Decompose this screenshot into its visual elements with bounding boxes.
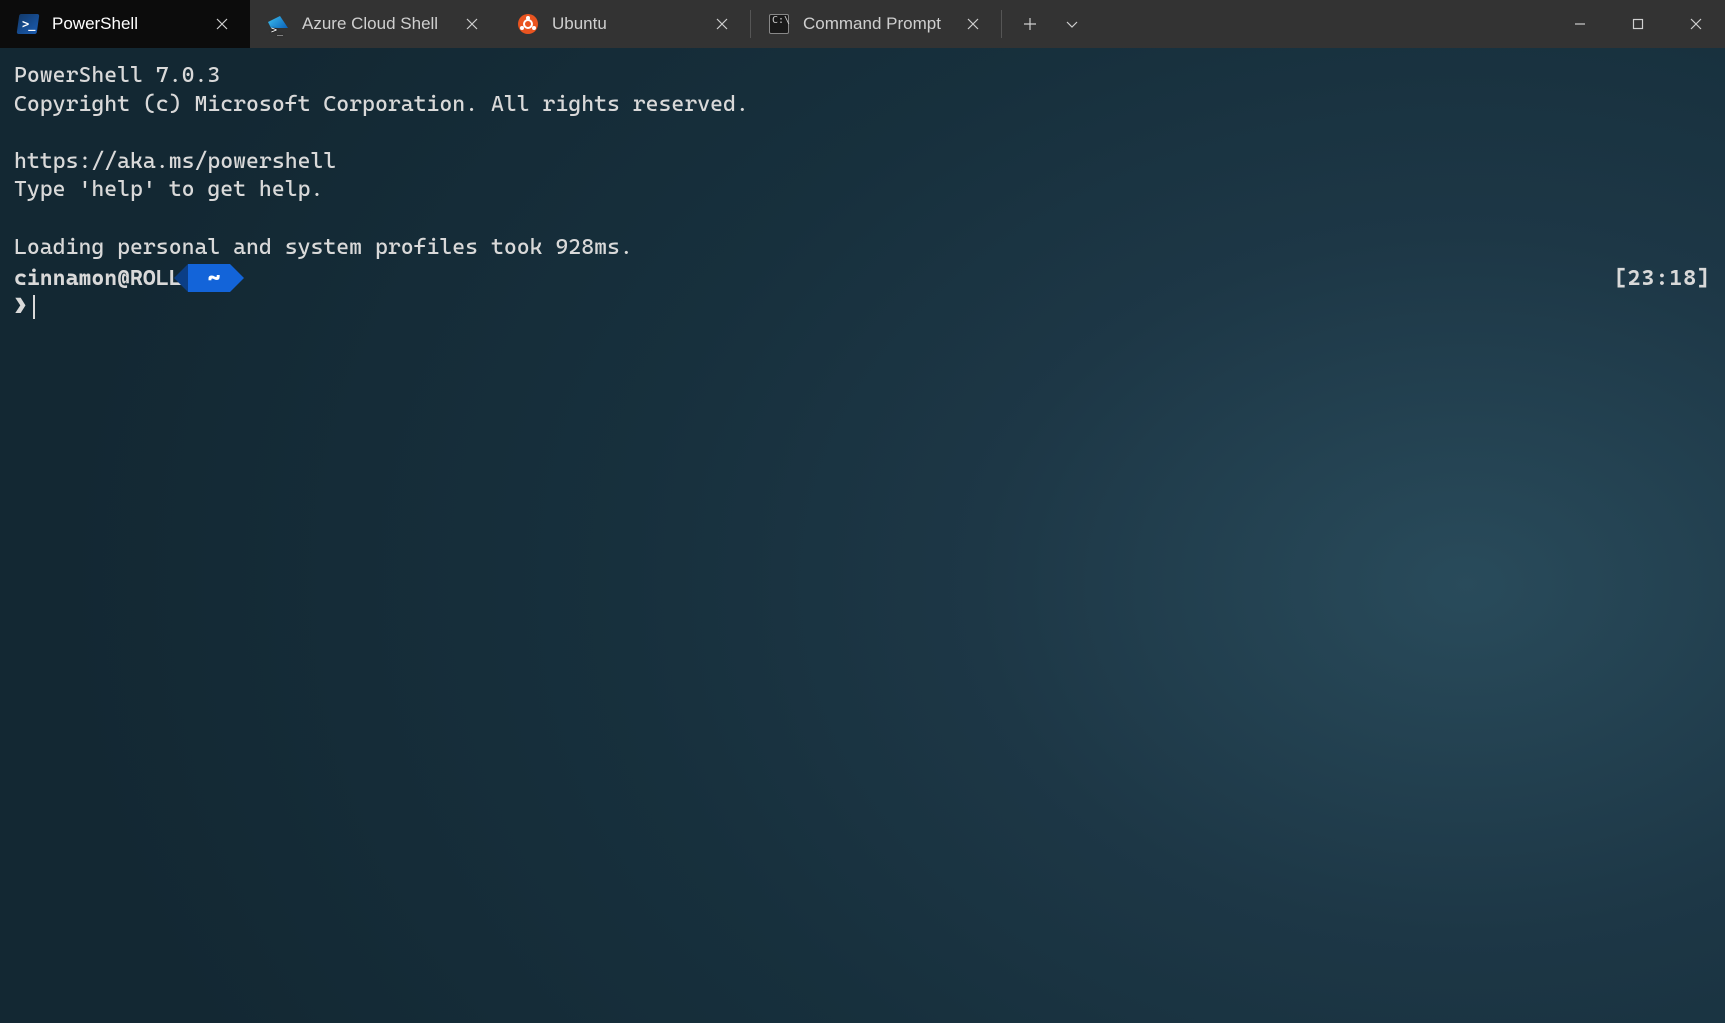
ubuntu-icon [518,14,538,34]
title-spacer[interactable] [1100,0,1551,48]
prompt-caret: ❯ [14,294,27,319]
terminal-line: Copyright (c) Microsoft Corporation. All… [14,92,749,117]
window-controls [1551,0,1725,48]
terminal-output: PowerShell 7.0.3 Copyright (c) Microsoft… [14,62,1711,262]
terminal-line: Type 'help' to get help. [14,177,323,202]
close-icon[interactable] [708,10,736,38]
tab-dropdown-button[interactable] [1052,8,1092,40]
prompt-path-text: ~ [208,266,221,291]
terminal-pane[interactable]: PowerShell 7.0.3 Copyright (c) Microsoft… [0,48,1725,1023]
prompt-row: cinnamon@ROLL ~ [23:18] [14,264,1711,292]
tab-strip: PowerShell Azure Cloud Shell Ubuntu Co [0,0,1100,48]
tab-ubuntu[interactable]: Ubuntu [500,0,750,48]
prompt-user-host: cinnamon@ROLL [14,266,182,291]
terminal-line: PowerShell 7.0.3 [14,63,220,88]
new-tab-button[interactable] [1010,8,1050,40]
prompt-time: [23:18] [1614,266,1711,291]
tab-label: Command Prompt [803,14,945,34]
tab-command-prompt[interactable]: Command Prompt [751,0,1001,48]
close-icon[interactable] [208,10,236,38]
minimize-button[interactable] [1551,0,1609,48]
tab-powershell[interactable]: PowerShell [0,0,250,48]
text-cursor [33,295,35,319]
powershell-icon [18,14,38,34]
prompt-path-segment: ~ [188,264,231,292]
close-icon[interactable] [959,10,987,38]
tab-label: Ubuntu [552,14,694,34]
maximize-button[interactable] [1609,0,1667,48]
terminal-line: https://aka.ms/powershell [14,149,336,174]
prompt-left: cinnamon@ROLL ~ [14,264,230,292]
cmd-icon [769,14,789,34]
titlebar: PowerShell Azure Cloud Shell Ubuntu Co [0,0,1725,48]
azure-icon [268,14,288,34]
tab-label: Azure Cloud Shell [302,14,444,34]
tabs-extra [1002,0,1100,48]
close-window-button[interactable] [1667,0,1725,48]
tab-label: PowerShell [52,14,194,34]
close-icon[interactable] [458,10,486,38]
terminal-line: Loading personal and system profiles too… [14,235,633,260]
tab-azure-cloud-shell[interactable]: Azure Cloud Shell [250,0,500,48]
prompt-input-line[interactable]: ❯ [14,294,1711,319]
